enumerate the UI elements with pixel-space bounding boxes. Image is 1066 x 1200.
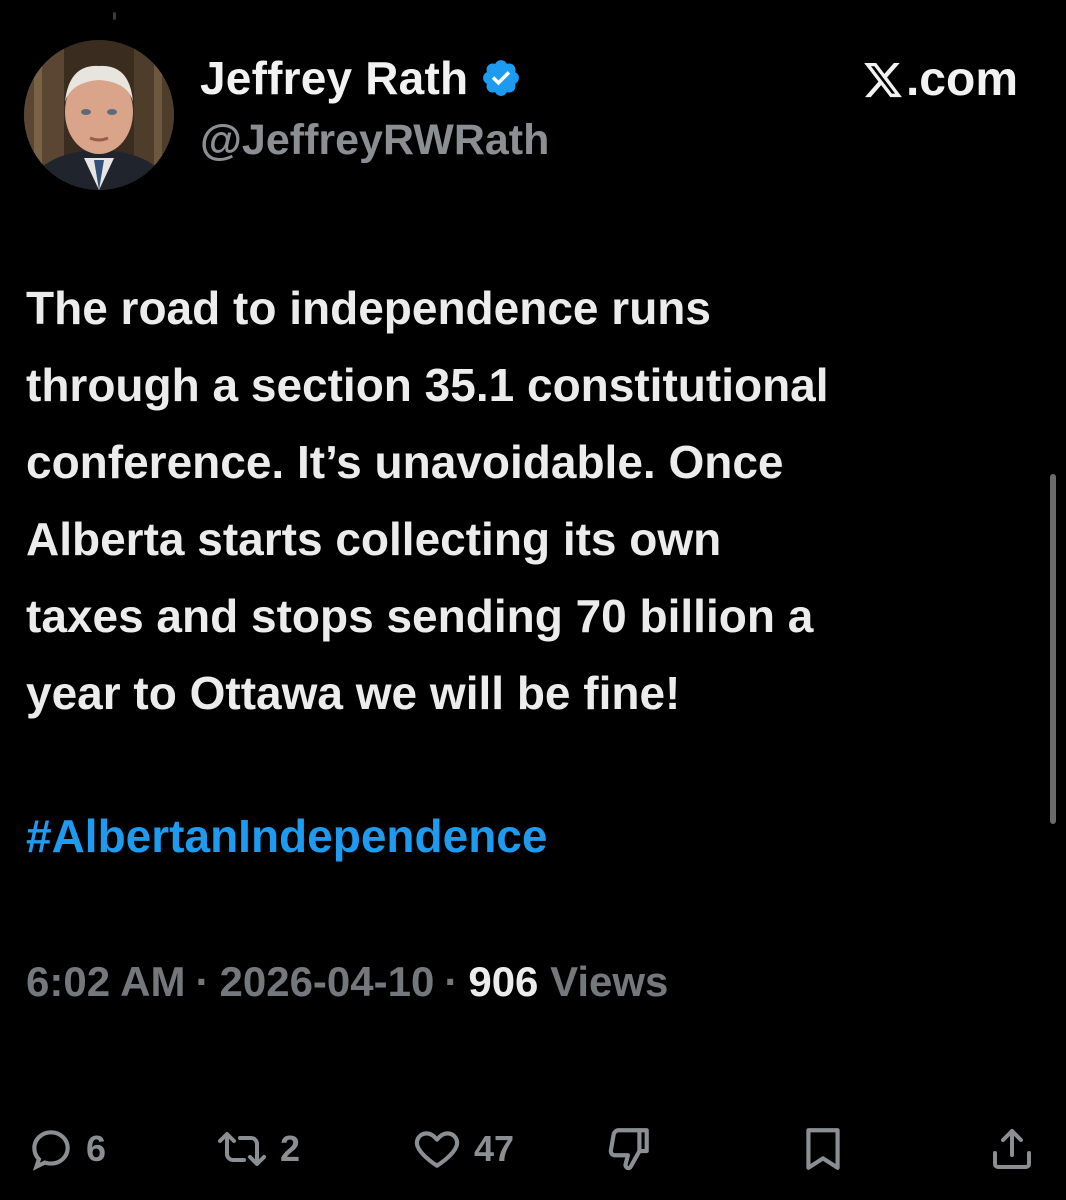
- dislike-button[interactable]: [604, 1124, 654, 1174]
- reply-icon: [26, 1124, 76, 1174]
- thumbs-down-icon: [604, 1124, 654, 1174]
- scrollbar[interactable]: [1050, 474, 1056, 824]
- author-handle[interactable]: @JeffreyRWRath: [200, 114, 549, 166]
- tweet-line: taxes and stops sending 70 billion a: [26, 590, 814, 642]
- action-bar: 6 2 47: [0, 1112, 1066, 1182]
- tweet-text: The road to independence runs through a …: [26, 270, 1036, 732]
- meta-separator: ·: [195, 958, 210, 1005]
- repost-count: 2: [280, 1128, 301, 1169]
- share-button[interactable]: [988, 1124, 1036, 1174]
- avatar[interactable]: [24, 40, 174, 190]
- tweet-time[interactable]: 6:02 AM: [26, 958, 186, 1005]
- tweet-line: year to Ottawa we will be fine!: [26, 667, 681, 719]
- brand-label: .com: [905, 53, 1018, 106]
- reply-count: 6: [86, 1128, 107, 1169]
- tweet-line: The road to independence runs: [26, 282, 711, 334]
- heart-icon: [410, 1124, 464, 1174]
- hashtag-link[interactable]: #AlbertanIndependence: [26, 798, 547, 875]
- repost-icon: [214, 1124, 270, 1174]
- tweet-line: Alberta starts collecting its own: [26, 513, 722, 565]
- like-button[interactable]: 47: [410, 1124, 514, 1174]
- meta-separator: ·: [444, 958, 459, 1005]
- bookmark-icon: [800, 1124, 846, 1174]
- tweet-line: conference. It’s unavoidable. Once: [26, 436, 784, 488]
- repost-button[interactable]: 2: [214, 1124, 300, 1174]
- x-logo-icon: [862, 59, 904, 101]
- share-icon: [988, 1124, 1036, 1174]
- brand-watermark: .com: [862, 54, 1018, 106]
- avatar-portrait: [24, 40, 174, 190]
- tweet-meta: 6:02 AM · 2026-04-10 · 906 Views: [26, 952, 668, 1012]
- bookmark-button[interactable]: [800, 1124, 846, 1174]
- tweet-line: through a section 35.1 constitutional: [26, 359, 829, 411]
- author-name-row: Jeffrey Rath: [200, 52, 522, 104]
- views-label: Views: [550, 958, 669, 1005]
- views-count: 906: [468, 958, 539, 1005]
- like-count: 47: [474, 1128, 515, 1169]
- reply-button[interactable]: 6: [26, 1124, 106, 1174]
- verified-badge-icon: [480, 57, 522, 99]
- author-display-name[interactable]: Jeffrey Rath: [200, 52, 468, 104]
- top-edge-mark: [113, 12, 116, 20]
- tweet-date[interactable]: 2026-04-10: [220, 958, 435, 1005]
